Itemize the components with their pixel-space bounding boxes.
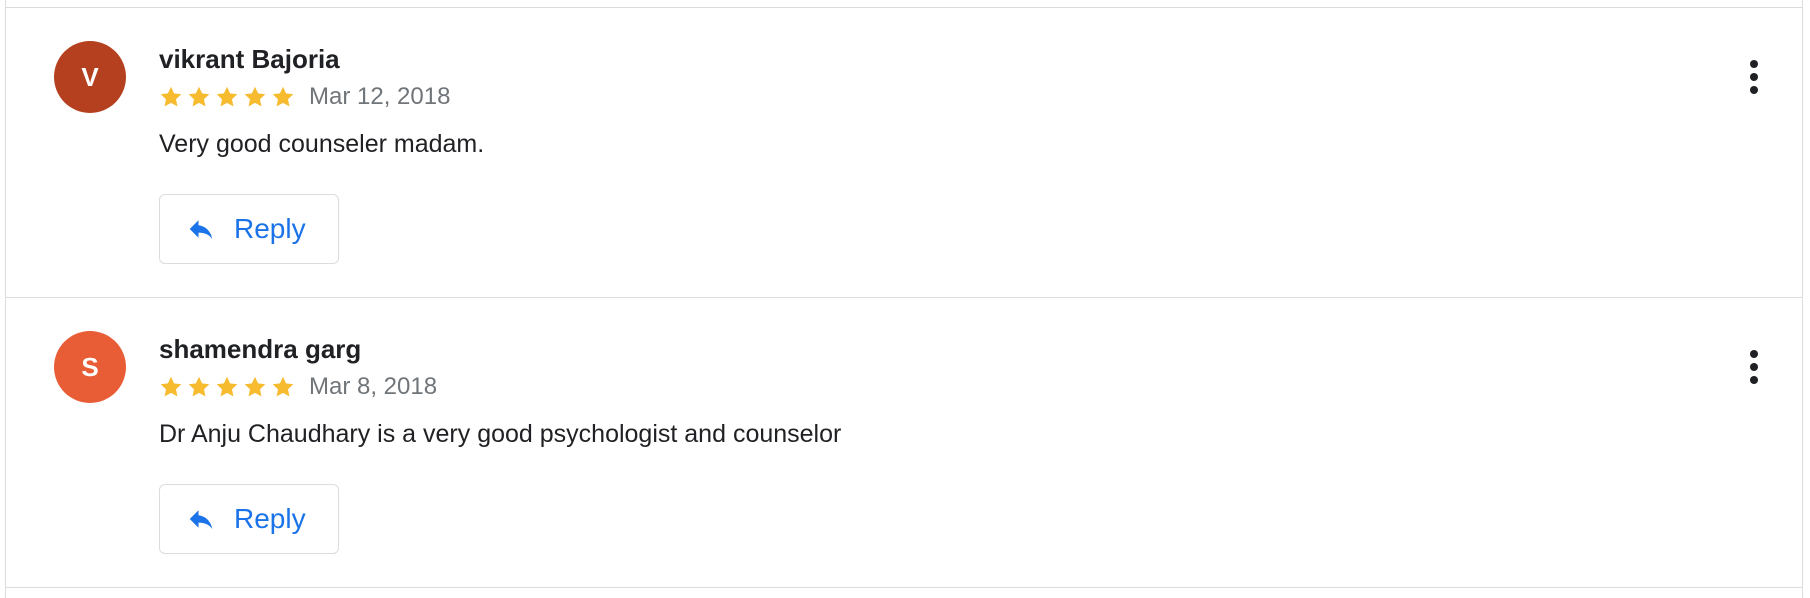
star-icon — [244, 86, 266, 107]
more-vertical-icon — [1750, 350, 1758, 358]
star-rating — [159, 85, 295, 109]
review-item: V vikrant Bajoria Mar 12, 2018 Very good… — [6, 8, 1802, 298]
star-icon — [216, 376, 238, 397]
star-icon — [216, 86, 238, 107]
reply-arrow-icon — [189, 510, 213, 529]
reply-button[interactable]: Reply — [159, 484, 339, 554]
review-text: Very good counseler madam. — [159, 130, 485, 158]
star-icon — [160, 86, 182, 107]
review-author[interactable]: shamendra garg — [159, 334, 361, 365]
avatar-initial: S — [81, 351, 99, 382]
star-icon — [272, 86, 294, 107]
avatar-initial: V — [81, 61, 99, 92]
star-icon — [244, 376, 266, 397]
review-date: Mar 8, 2018 — [309, 373, 438, 400]
star-icon — [160, 376, 182, 397]
review-text: Dr Anju Chaudhary is a very good psychol… — [159, 420, 842, 448]
reviews-panel: V vikrant Bajoria Mar 12, 2018 Very good… — [5, 0, 1803, 598]
review-item: S shamendra garg Mar 8, 2018 Dr Anju Cha… — [6, 298, 1802, 588]
avatar[interactable]: V — [54, 41, 126, 113]
more-options-button[interactable] — [1734, 340, 1774, 394]
reply-button[interactable]: Reply — [159, 194, 339, 264]
star-icon — [272, 376, 294, 397]
star-icon — [188, 376, 210, 397]
review-date: Mar 12, 2018 — [309, 83, 451, 110]
star-icon — [188, 86, 210, 107]
reply-label: Reply — [234, 213, 306, 244]
reply-label: Reply — [234, 503, 306, 534]
avatar[interactable]: S — [54, 331, 126, 403]
rating-row: Mar 12, 2018 — [159, 82, 450, 112]
more-vertical-icon — [1750, 60, 1758, 68]
reply-arrow-icon — [189, 220, 213, 239]
rating-row: Mar 8, 2018 — [159, 372, 437, 402]
more-options-button[interactable] — [1734, 50, 1774, 104]
star-rating — [159, 375, 295, 399]
review-author[interactable]: vikrant Bajoria — [159, 44, 340, 75]
